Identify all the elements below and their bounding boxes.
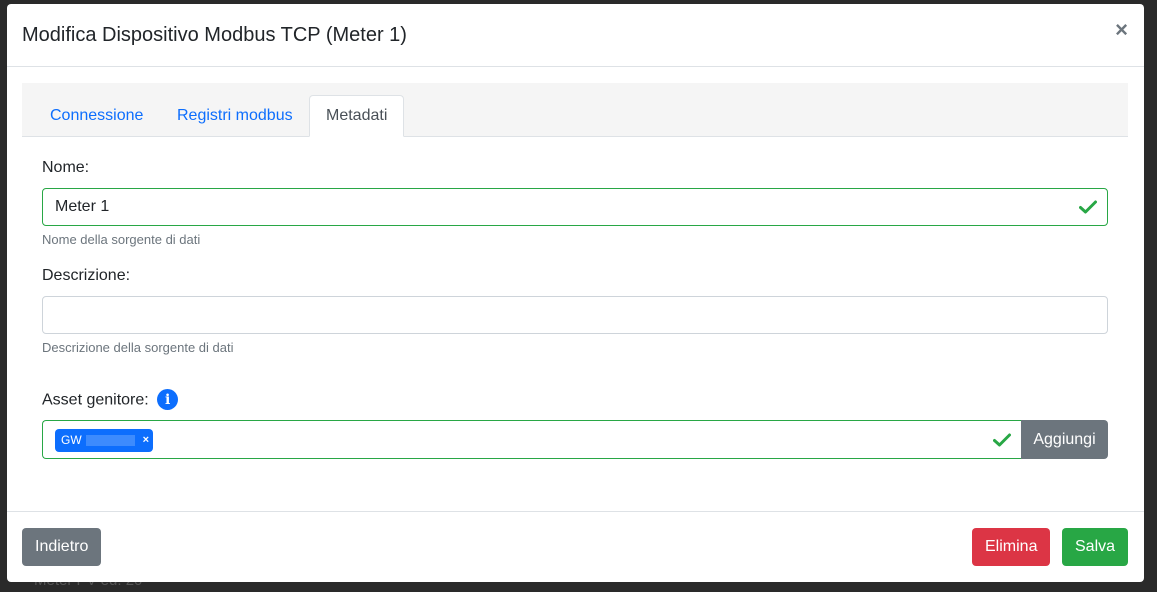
name-field[interactable]: Meter 1 [42, 188, 1108, 226]
modal-title: Modifica Dispositivo Modbus TCP (Meter 1… [22, 24, 407, 46]
parent-asset-label-row: Asset genitore: i [42, 389, 179, 411]
delete-button[interactable]: Elimina [972, 528, 1051, 566]
name-label: Nome: [42, 159, 90, 176]
parent-asset-tag-input[interactable]: GW × [42, 420, 1021, 459]
tag-remove-icon[interactable]: × [143, 429, 149, 452]
add-asset-button[interactable]: Aggiungi [1021, 420, 1108, 459]
tab-connessione[interactable]: Connessione [33, 95, 160, 137]
modal-header: Modifica Dispositivo Modbus TCP (Meter 1… [7, 4, 1144, 67]
save-button[interactable]: Salva [1062, 528, 1129, 566]
description-label: Descrizione: [42, 267, 131, 284]
edit-device-modal: Modifica Dispositivo Modbus TCP (Meter 1… [7, 4, 1144, 582]
parent-asset-label: Asset genitore: [42, 391, 149, 409]
description-help: Descrizione della sorgente di dati [42, 340, 234, 355]
tab-registri-modbus[interactable]: Registri modbus [160, 95, 310, 137]
modal-footer: Indietro Elimina Salva [7, 511, 1144, 582]
parent-asset-input-group: GW × Aggiungi [42, 420, 1108, 459]
valid-check-icon [1079, 189, 1097, 225]
tab-bar: Connessione Registri modbus Metadati [22, 83, 1128, 137]
tab-metadati[interactable]: Metadati [309, 95, 405, 137]
valid-check-icon [993, 421, 1011, 458]
asset-tag: GW × [55, 429, 153, 452]
name-value: Meter 1 [55, 198, 110, 215]
name-help: Nome della sorgente di dati [42, 232, 201, 247]
back-button[interactable]: Indietro [22, 528, 102, 566]
asset-tag-label: GW [61, 433, 82, 447]
close-icon[interactable]: × [1115, 19, 1128, 41]
redacted-block [86, 435, 135, 446]
description-field[interactable] [42, 296, 1108, 334]
info-icon[interactable]: i [157, 389, 179, 410]
